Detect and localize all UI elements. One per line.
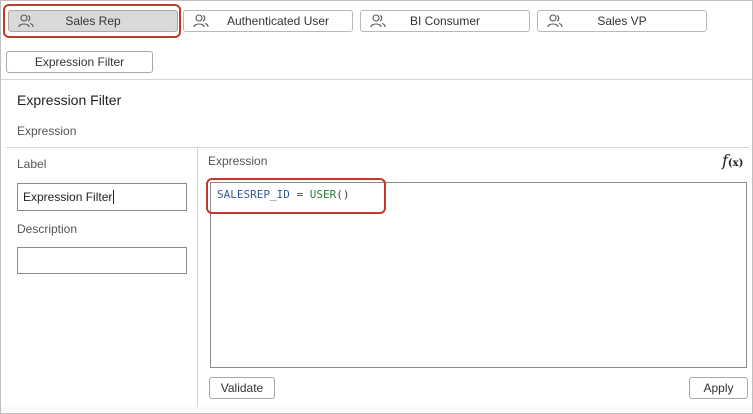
text-caret <box>113 190 115 204</box>
code-args: () <box>336 188 350 201</box>
role-tab-sales-vp[interactable]: Sales VP <box>537 10 707 32</box>
role-tab-authenticated-user[interactable]: Authenticated User <box>183 10 353 32</box>
role-tab-label: Sales Rep <box>65 14 121 28</box>
expression-code: SALESREP_ID = USER() <box>217 188 349 201</box>
bottom-edge <box>1 407 752 413</box>
expression-filter-tab-label: Expression Filter <box>34 55 125 69</box>
label-caption: Label <box>17 157 47 171</box>
role-tab-label: BI Consumer <box>409 14 481 28</box>
expression-caption: Expression <box>208 154 268 168</box>
role-tab-label: Authenticated User <box>226 14 330 28</box>
description-input[interactable] <box>17 247 187 274</box>
role-tab-label: Sales VP <box>597 14 647 28</box>
label-input[interactable]: Expression Filter <box>17 183 187 211</box>
panel-title: Expression Filter <box>17 92 122 108</box>
validate-button-label: Validate <box>220 381 264 395</box>
description-caption: Description <box>17 222 78 236</box>
expression-editor[interactable]: SALESREP_ID = USER() <box>210 182 747 368</box>
role-tab-sales-rep[interactable]: Sales Rep <box>8 10 178 32</box>
expression-filter-dialog: Sales Rep Authenticated User BI Consumer… <box>0 0 753 414</box>
header-divider <box>1 79 752 80</box>
fx-icon-sub: (x) <box>727 158 744 169</box>
code-operator: = <box>289 188 310 201</box>
code-identifier: SALESREP_ID <box>217 188 290 201</box>
expression-filter-tab[interactable]: Expression Filter <box>6 51 153 73</box>
section-label: Expression <box>17 124 77 138</box>
role-tab-bi-consumer[interactable]: BI Consumer <box>360 10 530 32</box>
column-divider <box>197 147 198 413</box>
apply-button[interactable]: Apply <box>689 377 748 399</box>
fx-icon[interactable]: f(x) <box>722 151 743 170</box>
validate-button[interactable]: Validate <box>209 377 275 399</box>
section-divider <box>6 147 749 148</box>
label-input-value: Expression Filter <box>23 190 113 204</box>
code-function: USER <box>309 188 337 201</box>
apply-button-label: Apply <box>703 381 734 395</box>
